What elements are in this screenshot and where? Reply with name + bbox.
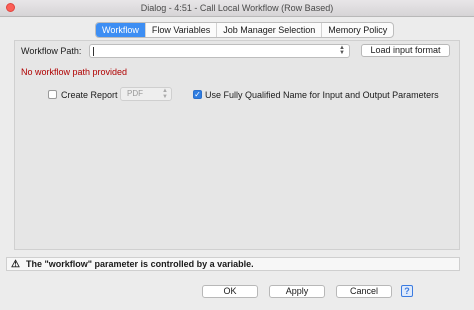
tab-job-manager-selection[interactable]: Job Manager Selection bbox=[217, 23, 323, 37]
up-down-chevron-icon[interactable]: ▲ ▼ bbox=[338, 45, 346, 56]
create-report-checkbox[interactable] bbox=[48, 90, 57, 99]
fqn-label: Use Fully Qualified Name for Input and O… bbox=[205, 90, 439, 100]
error-message: No workflow path provided bbox=[21, 67, 128, 77]
help-button[interactable]: ? bbox=[401, 285, 413, 297]
tab-bar: Workflow Flow Variables Job Manager Sele… bbox=[95, 22, 395, 38]
tab-flow-variables[interactable]: Flow Variables bbox=[146, 23, 218, 37]
status-message: The "workflow" parameter is controlled b… bbox=[26, 259, 254, 269]
warning-icon: ⚠ bbox=[11, 259, 20, 270]
report-format-select: PDF ▲ ▼ bbox=[120, 87, 172, 101]
title-bar[interactable]: Dialog - 4:51 - Call Local Workflow (Row… bbox=[0, 0, 474, 17]
tab-workflow[interactable]: Workflow bbox=[96, 23, 146, 37]
load-input-format-button[interactable]: Load input format bbox=[361, 44, 450, 57]
workflow-path-input[interactable]: ▲ ▼ bbox=[89, 44, 350, 58]
cancel-button[interactable]: Cancel bbox=[336, 285, 392, 298]
up-down-chevron-icon: ▲ ▼ bbox=[162, 88, 168, 100]
report-format-value: PDF bbox=[127, 89, 143, 98]
text-caret bbox=[93, 47, 94, 56]
apply-button[interactable]: Apply bbox=[269, 285, 325, 298]
window-title: Dialog - 4:51 - Call Local Workflow (Row… bbox=[140, 3, 334, 13]
create-report-label: Create Report bbox=[61, 90, 118, 100]
fqn-checkbox[interactable]: ✓ bbox=[193, 90, 202, 99]
status-bar: ⚠ The "workflow" parameter is controlled… bbox=[6, 257, 460, 271]
workflow-path-label: Workflow Path: bbox=[21, 46, 82, 56]
dialog-window: Dialog - 4:51 - Call Local Workflow (Row… bbox=[0, 0, 474, 310]
close-window-button[interactable] bbox=[6, 3, 15, 12]
tab-memory-policy[interactable]: Memory Policy bbox=[322, 23, 393, 37]
ok-button[interactable]: OK bbox=[202, 285, 258, 298]
